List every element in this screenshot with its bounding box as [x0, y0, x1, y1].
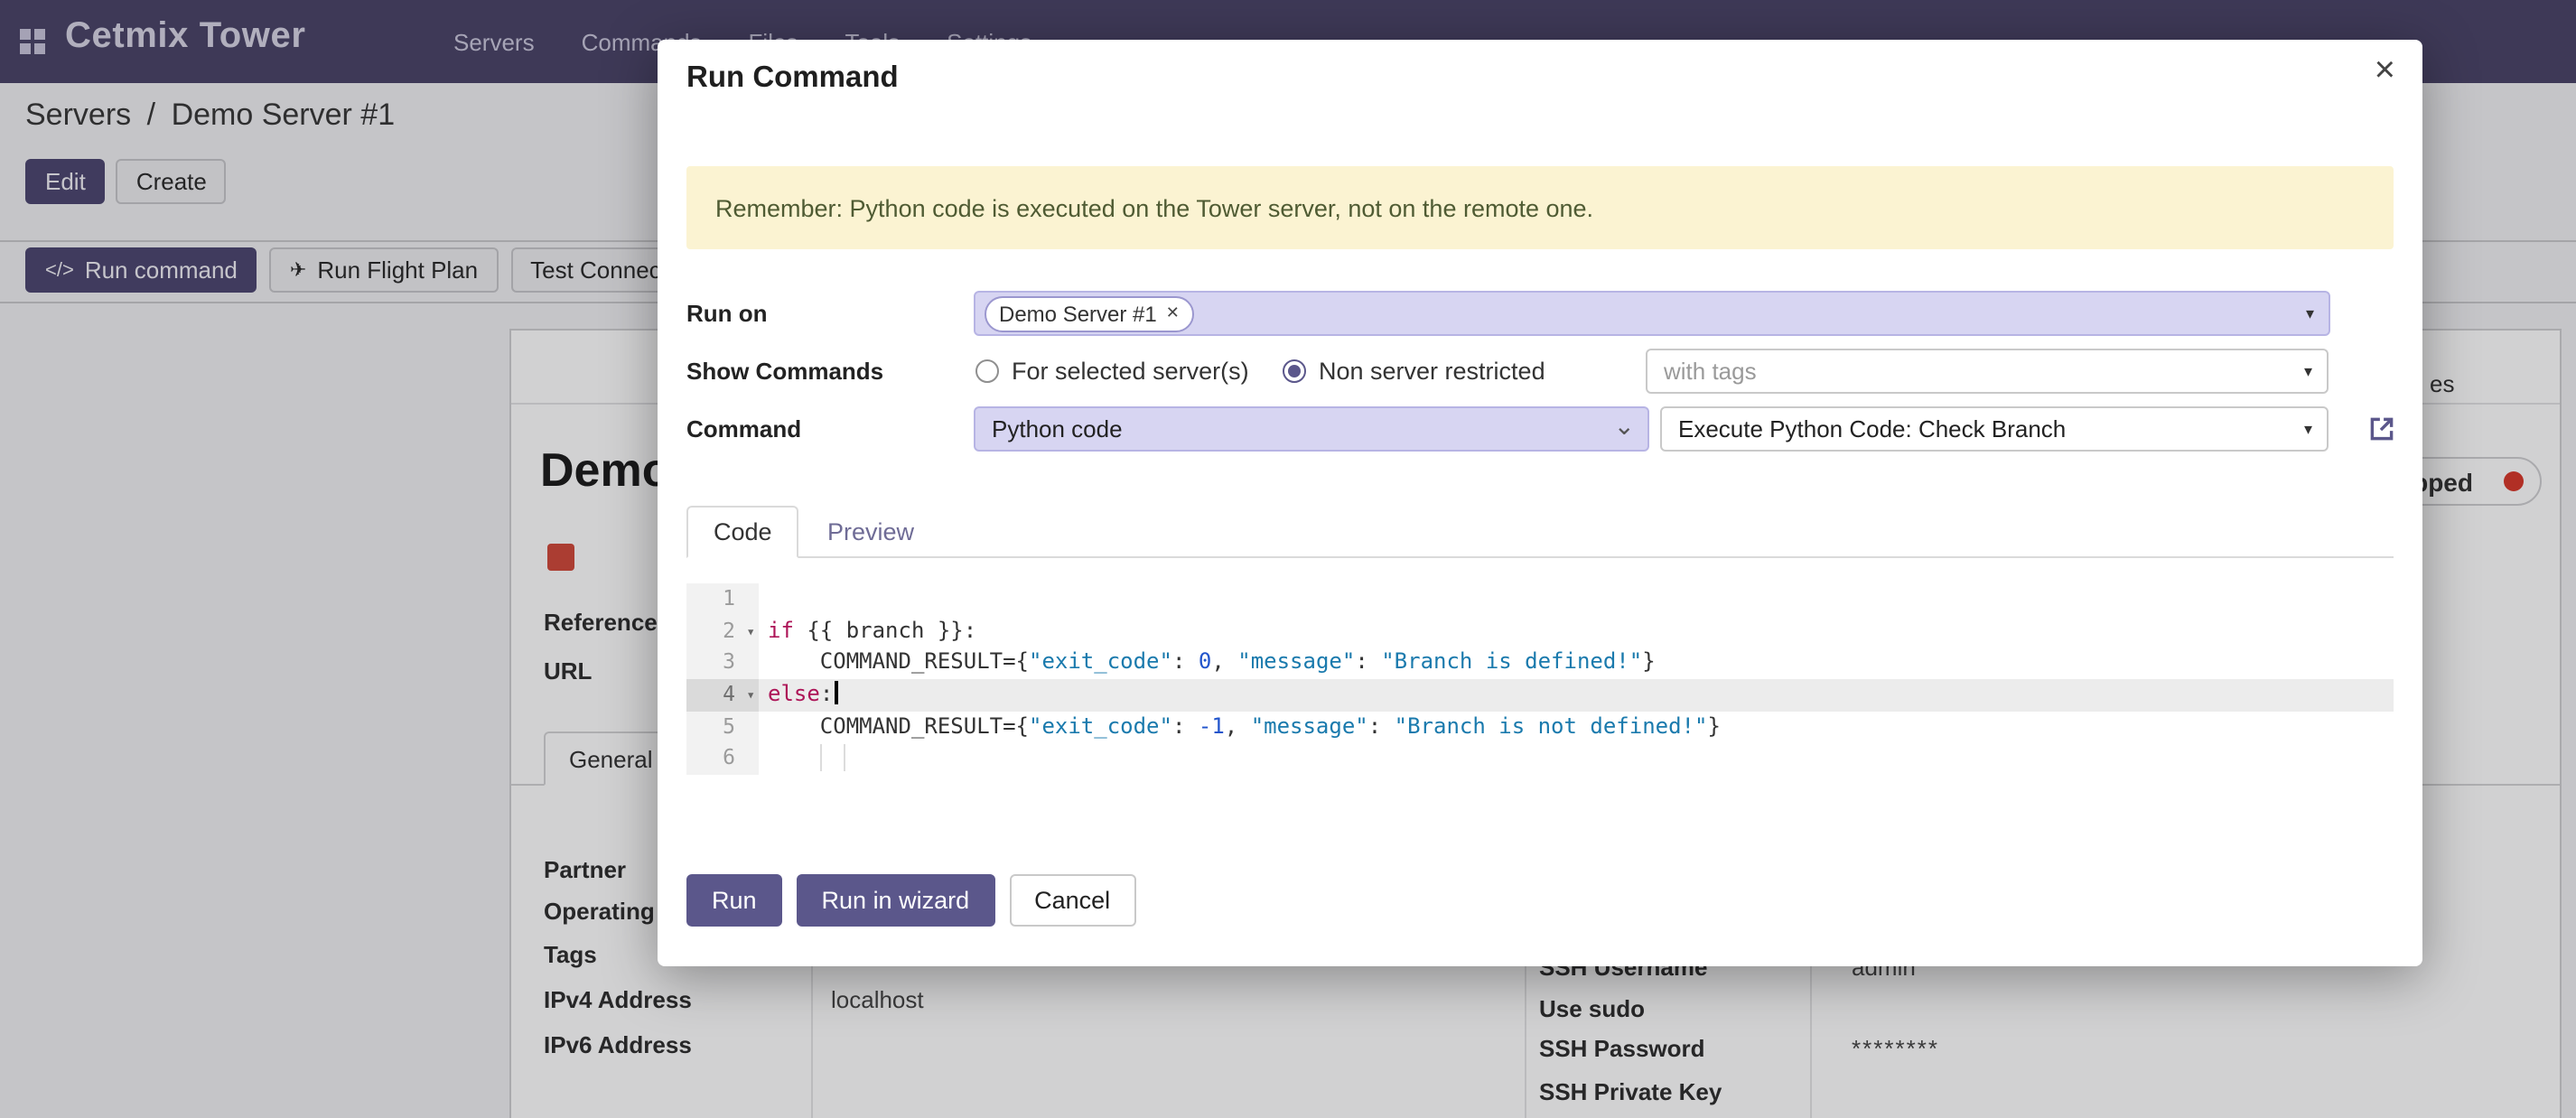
radio-non-server-restricted-label[interactable]: Non server restricted	[1319, 349, 1545, 394]
with-tags-placeholder: with tags	[1664, 358, 1757, 385]
external-link-icon[interactable]	[2366, 414, 2397, 444]
editor-line: 3 COMMAND_RESULT={"exit_code": 0, "messa…	[686, 648, 2394, 679]
tab-code[interactable]: Code	[686, 506, 799, 558]
radio-non-server-restricted[interactable]	[1283, 359, 1306, 383]
run-command-modal: Run Command × Remember: Python code is e…	[658, 40, 2422, 966]
code-token: :	[1172, 713, 1199, 739]
with-tags-select[interactable]: with tags ▾	[1646, 349, 2329, 394]
code-token: "message"	[1251, 713, 1368, 739]
code-token: "exit_code"	[1029, 713, 1172, 739]
code-token: "message"	[1237, 649, 1355, 675]
cancel-button[interactable]: Cancel	[1009, 874, 1135, 927]
indent-guide	[820, 745, 822, 772]
line-number: 3	[686, 648, 759, 679]
modal-title: Run Command	[686, 61, 899, 96]
code-token: 0	[1199, 649, 1211, 675]
line-number: 1	[686, 583, 759, 615]
code-token: }	[1707, 713, 1720, 739]
code-token: :	[820, 681, 833, 706]
chevron-down-icon: ▾	[2304, 361, 2312, 381]
server-chip-label: Demo Server #1	[999, 301, 1157, 326]
chevron-down-icon: ▾	[2306, 303, 2314, 323]
radio-for-selected-servers[interactable]	[975, 359, 999, 383]
warning-text: Remember: Python code is executed on the…	[715, 194, 1593, 221]
run-on-select[interactable]: Demo Server #1 ✕ ▾	[974, 291, 2330, 336]
run-in-wizard-button[interactable]: Run in wizard	[797, 874, 995, 927]
run-button[interactable]: Run	[686, 874, 782, 927]
code-token: ,	[1225, 713, 1251, 739]
run-on-label: Run on	[686, 291, 768, 336]
chip-remove-icon[interactable]: ✕	[1166, 303, 1180, 323]
warning-banner: Remember: Python code is executed on the…	[686, 166, 2394, 249]
code-token: :	[1172, 649, 1199, 675]
command-type-value: Python code	[992, 415, 1123, 443]
modal-tab-bar: Code Preview	[686, 506, 2394, 558]
editor-line: 6	[686, 743, 2394, 775]
text-cursor	[835, 681, 837, 704]
editor-active-line: 4 ▾ else:	[686, 679, 2394, 711]
show-commands-label: Show Commands	[686, 349, 883, 394]
command-label: Command	[686, 406, 801, 452]
command-name-select[interactable]: Execute Python Code: Check Branch ▾	[1660, 406, 2329, 452]
line-number: 4 ▾	[686, 679, 759, 711]
fold-caret-icon[interactable]: ▾	[746, 615, 755, 647]
close-icon[interactable]: ×	[2375, 51, 2395, 92]
code-editor[interactable]: 1 2 ▾ if {{ branch }}: 3 COMMAND_RESULT=…	[686, 583, 2394, 775]
code-token: else	[768, 681, 820, 706]
app-root: Cetmix Tower Servers Commands Files Tool…	[0, 0, 2576, 1118]
line-number: 5	[686, 712, 759, 743]
code-token: }	[1642, 649, 1655, 675]
code-token: COMMAND_RESULT={	[768, 713, 1029, 739]
server-chip[interactable]: Demo Server #1 ✕	[985, 295, 1194, 331]
editor-line: 5 COMMAND_RESULT={"exit_code": -1, "mess…	[686, 712, 2394, 743]
radio-for-selected-servers-label[interactable]: For selected server(s)	[1012, 349, 1249, 394]
code-token: "Branch is defined!"	[1381, 649, 1642, 675]
code-token: ,	[1211, 649, 1237, 675]
code-token: "exit_code"	[1029, 649, 1172, 675]
command-type-select[interactable]: Python code ⌄	[974, 406, 1649, 452]
chevron-down-icon: ⌄	[1614, 410, 1635, 441]
tab-preview[interactable]: Preview	[802, 506, 939, 558]
code-token: :	[1368, 713, 1395, 739]
code-token: {{ branch }}:	[794, 617, 976, 642]
code-token: :	[1355, 649, 1381, 675]
chevron-down-icon: ▾	[2304, 419, 2312, 439]
indent-guide	[844, 745, 845, 772]
fold-caret-icon[interactable]: ▾	[746, 679, 755, 711]
command-name-value: Execute Python Code: Check Branch	[1678, 415, 2066, 443]
line-number: 2 ▾	[686, 615, 759, 647]
line-number: 6	[686, 743, 759, 775]
code-token: -1	[1199, 713, 1225, 739]
code-token: COMMAND_RESULT={	[768, 649, 1029, 675]
modal-footer: Run Run in wizard Cancel	[686, 874, 1135, 927]
editor-line: 1	[686, 583, 2394, 615]
code-token: "Branch is not defined!"	[1395, 713, 1708, 739]
code-token: if	[768, 617, 794, 642]
editor-line: 2 ▾ if {{ branch }}:	[686, 615, 2394, 647]
